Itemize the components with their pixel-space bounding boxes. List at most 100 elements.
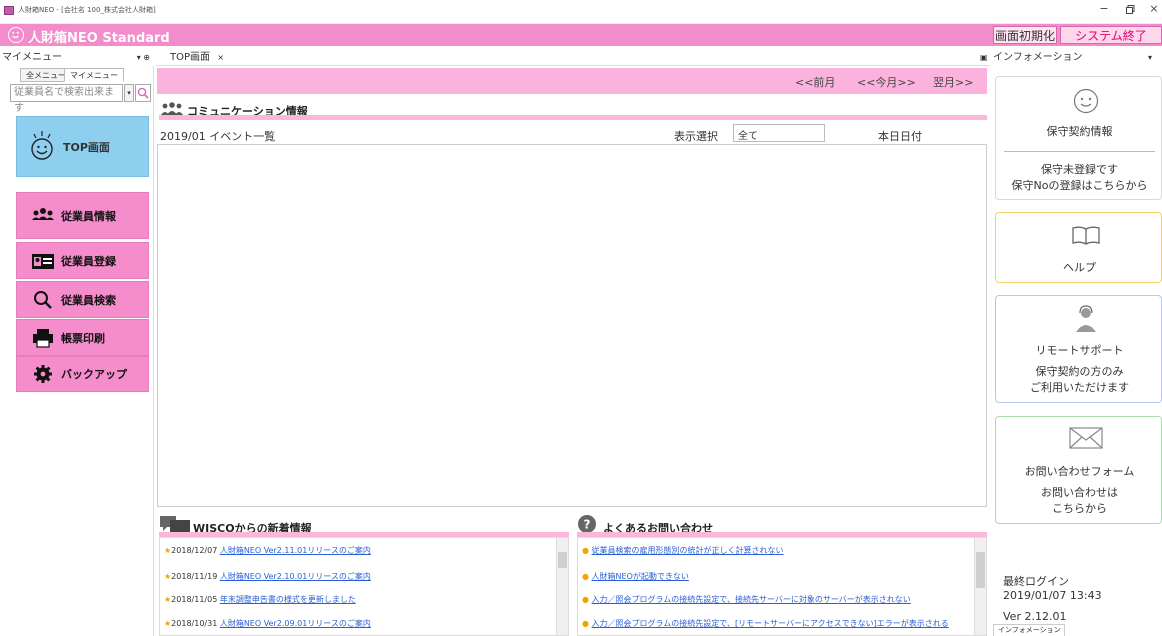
window-title: 人財箱NEO - [会社名 100_株式会社人財箱] bbox=[18, 6, 156, 14]
mail-icon bbox=[1069, 427, 1103, 449]
maintenance-card[interactable]: 保守契約情報 保守未登録です 保守Noの登録はこちらから bbox=[995, 76, 1162, 200]
prev-month-link[interactable]: <<前月 bbox=[795, 74, 835, 90]
news-link[interactable]: 人財箱NEO Ver2.11.01リリースのご案内 bbox=[220, 546, 371, 555]
news-item: ★2018/11/05 年末調整申告書の様式を更新しました bbox=[164, 594, 356, 605]
faq-section: ? よくあるお問い合わせ ● 従業員検索の雇用形態別の統計が正しく計算されない … bbox=[577, 514, 987, 636]
right-panel-header: ▣ インフォメーション ▾ bbox=[980, 50, 1162, 66]
next-month-link[interactable]: 翌月>> bbox=[933, 74, 973, 90]
remote-support-card[interactable]: リモートサポート 保守契約の方のみ ご利用いただけます bbox=[995, 295, 1162, 403]
faq-item: ● 入力／照会プログラムの接続先設定で、接続先サーバーに対象のサーバーが表示され… bbox=[582, 594, 911, 605]
menu-backup-label: バックアップ bbox=[61, 368, 127, 381]
faq-link[interactable]: 入力／照会プログラムの接続先設定で、接続先サーバーに対象のサーバーが表示されない bbox=[592, 595, 911, 604]
news-item: ★2018/11/19 人財箱NEO Ver2.10.01リリースのご案内 bbox=[164, 571, 371, 582]
smile-logo-icon bbox=[8, 27, 24, 43]
maximize-icon bbox=[1125, 5, 1134, 14]
tab-information-bottom[interactable]: インフォメーション bbox=[993, 624, 1065, 636]
menu-form-print-label: 帳票印刷 bbox=[61, 331, 105, 345]
tab-top-screen-label: TOP画面 bbox=[170, 52, 211, 63]
question-icon: ? bbox=[578, 515, 596, 533]
remote-support-note1: 保守契約の方のみ bbox=[1035, 365, 1124, 378]
speech-bubble-icon bbox=[160, 516, 190, 532]
month-nav-bar: <<前月 <<今月>> 翌月>> bbox=[157, 68, 987, 94]
search-button[interactable] bbox=[135, 84, 151, 102]
close-window-button[interactable]: × bbox=[1144, 2, 1162, 15]
news-link[interactable]: 人財箱NEO Ver2.09.01リリースのご案内 bbox=[220, 619, 371, 628]
left-panel-title: マイメニュー bbox=[2, 52, 62, 63]
menu-backup[interactable]: バックアップ bbox=[16, 356, 149, 392]
menu-employee-search[interactable]: 従業員検索 bbox=[16, 281, 149, 318]
card-divider bbox=[1004, 151, 1155, 152]
menu-employee-info[interactable]: 従業員情報 bbox=[16, 192, 149, 239]
contact-form-note1: お問い合わせは bbox=[1041, 486, 1118, 499]
news-link[interactable]: 人財箱NEO Ver2.10.01リリースのご案内 bbox=[220, 572, 371, 581]
employee-search-input[interactable]: 従業員名で検索出来ます bbox=[10, 84, 123, 114]
tab-my-menu[interactable]: マイメニュー bbox=[64, 68, 124, 82]
printer-icon bbox=[33, 328, 53, 348]
menu-employee-info-label: 従業員情報 bbox=[61, 209, 116, 223]
event-list-title: 2019/01 イベント一覧 bbox=[160, 130, 276, 143]
brand-name: 人財箱NEO Standard bbox=[28, 31, 170, 46]
tab-top-screen[interactable]: TOP画面 × bbox=[170, 50, 224, 66]
contact-form-card[interactable]: お問い合わせフォーム お問い合わせは こちらから bbox=[995, 416, 1162, 524]
news-link[interactable]: 年末調整申告書の様式を更新しました bbox=[220, 595, 356, 604]
gear-icon bbox=[34, 365, 52, 383]
smile-icon bbox=[1073, 88, 1099, 114]
faq-link[interactable]: 人財箱NEOが起動できない bbox=[592, 572, 689, 581]
news-date: 2018/12/07 bbox=[171, 546, 218, 555]
search-icon bbox=[137, 87, 149, 99]
document-tab-strip: TOP画面 × bbox=[156, 50, 990, 66]
right-panel-title: インフォメーション bbox=[993, 52, 1083, 63]
left-sidebar: 全メニュー マイメニュー 従業員名で検索出来ます ▾ TOP画面 従業員情報 従… bbox=[0, 66, 154, 636]
reset-screen-button[interactable]: 画面初期化 bbox=[993, 26, 1057, 44]
this-month-link[interactable]: <<今月>> bbox=[857, 74, 916, 90]
menu-employee-register[interactable]: 従業員登録 bbox=[16, 242, 149, 279]
maximize-button[interactable] bbox=[1120, 2, 1140, 17]
display-select-label: 表示選択 bbox=[674, 130, 718, 143]
app-icon bbox=[4, 6, 14, 15]
brand-bar: 人財箱NEO Standard 画面初期化 システム終了 bbox=[0, 24, 1162, 46]
menu-employee-register-label: 従業員登録 bbox=[61, 254, 116, 268]
scroll-thumb[interactable] bbox=[976, 552, 985, 588]
faq-list: ● 従業員検索の雇用形態別の統計が正しく計算されない ● 人財箱NEOが起動でき… bbox=[577, 537, 987, 636]
help-card[interactable]: ヘルプ bbox=[995, 212, 1162, 283]
smile-icon bbox=[31, 131, 53, 160]
support-person-icon bbox=[1076, 305, 1096, 332]
left-panel-pin-icon[interactable]: ▾ ⊕ bbox=[137, 50, 150, 66]
news-date: 2018/10/31 bbox=[171, 619, 218, 628]
magnifier-icon bbox=[34, 290, 52, 309]
maintenance-register-link[interactable]: 保守Noの登録はこちらから bbox=[996, 177, 1162, 193]
section-divider bbox=[159, 115, 987, 120]
contact-form-note2: こちらから bbox=[1052, 502, 1107, 515]
last-login-label: 最終ログイン bbox=[1003, 575, 1069, 588]
people-icon bbox=[32, 207, 54, 220]
right-panel-pin-icon[interactable]: ▾ bbox=[1148, 50, 1152, 66]
svg-text:?: ? bbox=[584, 518, 591, 532]
faq-scrollbar[interactable] bbox=[974, 538, 986, 635]
faq-item: ● 人財箱NEOが起動できない bbox=[582, 571, 689, 582]
faq-link[interactable]: 入力／照会プログラムの接続先設定で、[リモートサーバーにアクセスできない]エラー… bbox=[592, 619, 949, 628]
exit-system-button[interactable]: システム終了 bbox=[1060, 26, 1162, 44]
menu-employee-search-label: 従業員検索 bbox=[61, 293, 116, 307]
display-select-dropdown[interactable]: 全て bbox=[733, 124, 825, 142]
tab-close-icon[interactable]: × bbox=[217, 53, 224, 62]
remote-support-title: リモートサポート bbox=[1035, 344, 1124, 357]
faq-link[interactable]: 従業員検索の雇用形態別の統計が正しく計算されない bbox=[592, 546, 784, 555]
menu-top-screen[interactable]: TOP画面 bbox=[16, 116, 149, 177]
menu-top-label: TOP画面 bbox=[63, 141, 110, 154]
people-icon bbox=[161, 102, 183, 115]
bulb-icon: ● bbox=[582, 546, 589, 555]
bulb-icon: ● bbox=[582, 619, 589, 628]
window-titlebar: 人財箱NEO - [会社名 100_株式会社人財箱] − × bbox=[0, 0, 1162, 24]
search-dropdown-icon[interactable]: ▾ bbox=[124, 84, 134, 102]
minimize-button[interactable]: − bbox=[1094, 2, 1114, 15]
news-scrollbar[interactable] bbox=[556, 538, 568, 635]
scroll-thumb[interactable] bbox=[558, 552, 567, 568]
bulb-icon: ● bbox=[582, 572, 589, 581]
last-login-value: 2019/01/07 13:43 bbox=[1003, 589, 1102, 602]
menu-form-print[interactable]: 帳票印刷 bbox=[16, 319, 149, 356]
id-card-icon bbox=[32, 253, 54, 269]
news-date: 2018/11/19 bbox=[171, 572, 218, 581]
panel-collapse-icon[interactable]: ▣ bbox=[980, 50, 988, 66]
news-section: WISCOからの新着情報 ★2018/12/07 人財箱NEO Ver2.11.… bbox=[159, 514, 569, 636]
bulb-icon: ● bbox=[582, 595, 589, 604]
